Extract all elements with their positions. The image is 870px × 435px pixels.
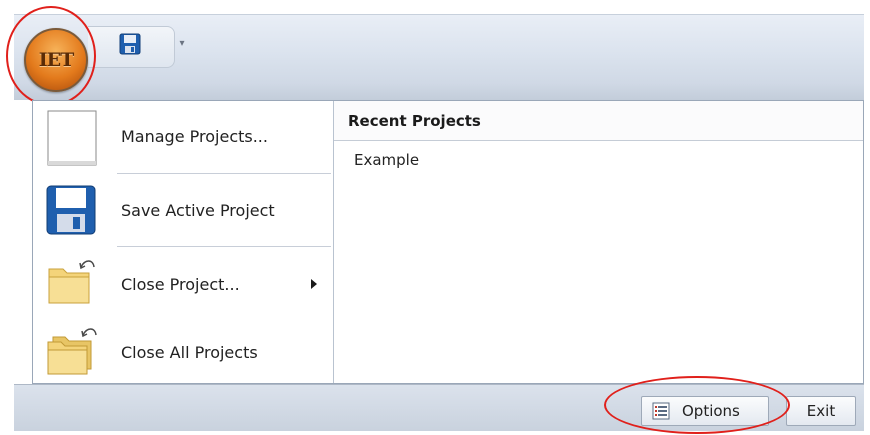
menu-item-close-all-projects[interactable]: Close All Projects [33,317,333,389]
save-icon [46,185,96,235]
folder-icon [48,260,95,304]
menu-item-close-project[interactable]: Close Project... [33,247,333,319]
menu-item-manage-projects[interactable]: Manage Projects... [33,101,333,173]
menu-item-label: Save Active Project [121,201,275,220]
recent-projects-title: Recent Projects [348,112,481,130]
exit-button-label: Exit [806,402,836,420]
menu-item-label: Close Project... [121,275,240,294]
menu-commands: Manage Projects... Save Active Project C… [33,101,333,383]
highlight-circle-app-button [6,6,96,106]
application-menu: Manage Projects... Save Active Project C… [32,100,864,384]
menu-item-save-active-project[interactable]: Save Active Project [33,174,333,246]
customize-quick-access-dropdown-icon[interactable]: ▾ [174,34,190,54]
recent-projects-pane: Recent Projects Example [334,101,863,383]
recent-projects-header: Recent Projects [334,101,863,141]
exit-button[interactable]: Exit [786,396,856,426]
blank-page-icon [47,110,97,166]
submenu-arrow-icon [311,279,317,289]
folders-icon [47,328,97,375]
menu-item-label: Close All Projects [121,343,258,362]
recent-project-item[interactable]: Example [354,151,419,169]
menu-item-label: Manage Projects... [121,127,268,146]
ribbon-strip [14,84,864,100]
highlight-circle-options-button [604,376,790,434]
save-icon[interactable] [119,33,141,55]
